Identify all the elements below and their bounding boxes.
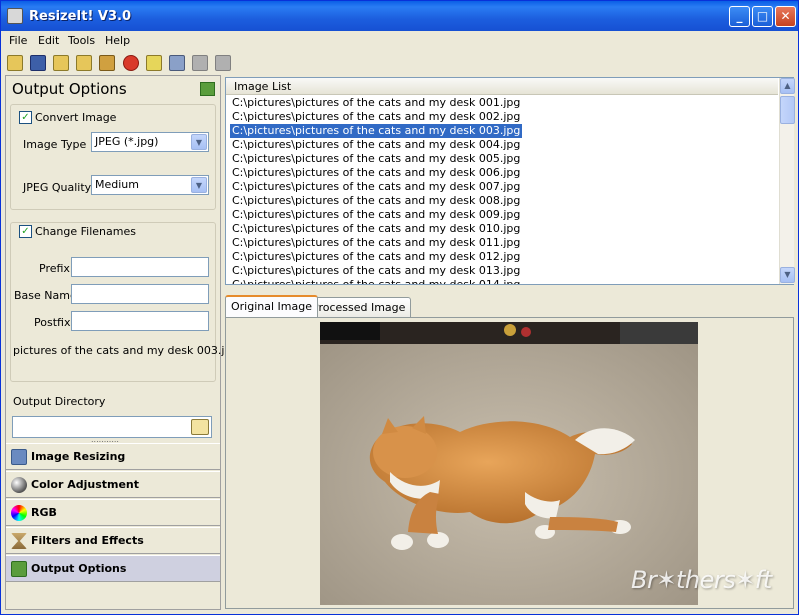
app-icon[interactable] bbox=[7, 8, 23, 24]
image-list-header[interactable]: Image List bbox=[226, 78, 778, 95]
nav-output-options[interactable]: Output Options bbox=[6, 555, 220, 582]
menu-edit[interactable]: Edit bbox=[38, 34, 59, 47]
scroll-up-icon[interactable]: ▲ bbox=[780, 78, 795, 94]
prefix-input[interactable] bbox=[71, 257, 209, 277]
edit-icon[interactable] bbox=[146, 55, 162, 71]
list-item[interactable]: C:\pictures\pictures of the cats and my … bbox=[230, 110, 522, 124]
list-item[interactable]: C:\pictures\pictures of the cats and my … bbox=[230, 250, 522, 264]
tab-original-image[interactable]: Original Image bbox=[225, 295, 318, 317]
browse-folder-icon[interactable] bbox=[191, 419, 209, 435]
maximize-icon: □ bbox=[756, 9, 769, 23]
image-type-select[interactable]: JPEG (*.jpg) ▼ bbox=[91, 132, 209, 152]
output-icon[interactable] bbox=[200, 82, 215, 96]
add-files-icon[interactable] bbox=[53, 55, 69, 71]
menu-bar: File Edit Tools Help bbox=[1, 31, 798, 50]
list-item[interactable]: C:\pictures\pictures of the cats and my … bbox=[230, 138, 522, 152]
output-directory-label: Output Directory bbox=[13, 395, 106, 408]
nav-label: RGB bbox=[31, 506, 57, 519]
list-item[interactable]: C:\pictures\pictures of the cats and my … bbox=[230, 152, 522, 166]
cat-photo bbox=[320, 322, 698, 605]
resize-icon bbox=[11, 449, 27, 465]
maximize-button[interactable]: □ bbox=[752, 6, 773, 27]
scroll-thumb[interactable] bbox=[780, 96, 795, 124]
change-filenames-group: ✓ Change Filenames Prefix Base Name Post… bbox=[10, 222, 238, 382]
list-item[interactable]: C:\pictures\pictures of the cats and my … bbox=[230, 166, 522, 180]
list-item[interactable]: C:\pictures\pictures of the cats and my … bbox=[230, 208, 522, 222]
hourglass-icon bbox=[11, 533, 27, 549]
list-item[interactable]: C:\pictures\pictures of the cats and my … bbox=[230, 194, 522, 208]
app-window: ResizeIt! V3.0 _ □ ✕ File Edit Tools Hel… bbox=[0, 0, 799, 615]
window-title: ResizeIt! V3.0 bbox=[29, 9, 132, 24]
save-icon[interactable] bbox=[30, 55, 46, 71]
image-list[interactable]: Image List C:\pictures\pictures of the c… bbox=[225, 77, 795, 285]
close-button[interactable]: ✕ bbox=[775, 6, 796, 27]
menu-file[interactable]: File bbox=[9, 34, 27, 47]
chevron-down-icon[interactable]: ▼ bbox=[191, 177, 207, 193]
up-arrow-icon[interactable] bbox=[215, 55, 231, 71]
image-type-value: JPEG (*.jpg) bbox=[95, 135, 159, 148]
image-type-label: Image Type bbox=[23, 138, 87, 151]
list-item[interactable]: C:\pictures\pictures of the cats and my … bbox=[230, 96, 522, 110]
nav-filters-effects[interactable]: Filters and Effects bbox=[6, 527, 220, 554]
filename-preview: pictures of the cats and my desk 003.jpg bbox=[13, 344, 239, 357]
title-bar[interactable]: ResizeIt! V3.0 _ □ ✕ bbox=[1, 1, 798, 31]
panel-header: Output Options bbox=[6, 76, 220, 102]
horizontal-splitter[interactable] bbox=[225, 287, 794, 293]
toolbar bbox=[1, 51, 798, 75]
basename-label: Base Name bbox=[14, 289, 77, 302]
basename-input[interactable] bbox=[71, 284, 209, 304]
stop-icon[interactable] bbox=[123, 55, 139, 71]
nav-label: Image Resizing bbox=[31, 450, 126, 463]
minimize-icon: _ bbox=[736, 9, 743, 23]
list-item[interactable]: C:\pictures\pictures of the cats and my … bbox=[230, 236, 522, 250]
close-icon: ✕ bbox=[780, 9, 791, 23]
nav-label: Filters and Effects bbox=[31, 534, 144, 547]
nav-label: Color Adjustment bbox=[31, 478, 140, 491]
copy-icon[interactable] bbox=[169, 55, 185, 71]
open-folder-icon[interactable] bbox=[7, 55, 23, 71]
list-item[interactable]: C:\pictures\pictures of the cats and my … bbox=[228, 123, 524, 139]
image-tabs: Original Image Processed Image bbox=[225, 295, 794, 317]
remove-icon[interactable] bbox=[99, 55, 115, 71]
convert-image-label: Convert Image bbox=[35, 111, 117, 124]
chevron-down-icon[interactable]: ▼ bbox=[191, 134, 207, 150]
nav-label: Output Options bbox=[31, 562, 127, 575]
output-icon bbox=[11, 561, 27, 577]
tab-processed-image[interactable]: Processed Image bbox=[306, 297, 412, 317]
process-icon[interactable] bbox=[192, 55, 208, 71]
nav-rgb[interactable]: RGB bbox=[6, 499, 220, 526]
jpeg-quality-label: JPEG Quality bbox=[23, 181, 92, 194]
jpeg-quality-select[interactable]: Medium ▼ bbox=[91, 175, 209, 195]
image-list-header-label: Image List bbox=[234, 80, 292, 93]
panel-title: Output Options bbox=[12, 80, 127, 98]
jpeg-quality-value: Medium bbox=[95, 178, 139, 191]
options-panel: Output Options ✓ Convert Image Image Typ… bbox=[5, 75, 238, 610]
add-folder-icon[interactable] bbox=[76, 55, 92, 71]
change-filenames-label: Change Filenames bbox=[35, 225, 136, 238]
scroll-down-icon[interactable]: ▼ bbox=[780, 267, 795, 283]
list-item[interactable]: C:\pictures\pictures of the cats and my … bbox=[230, 264, 522, 278]
convert-image-checkbox[interactable]: ✓ bbox=[19, 111, 32, 124]
image-list-scrollbar[interactable]: ▲ ▼ bbox=[779, 78, 795, 284]
prefix-label: Prefix bbox=[39, 262, 70, 275]
convert-image-group: ✓ Convert Image Image Type JPEG (*.jpg) … bbox=[10, 104, 216, 210]
menu-help[interactable]: Help bbox=[105, 34, 130, 47]
postfix-input[interactable] bbox=[71, 311, 209, 331]
image-list-rows: C:\pictures\pictures of the cats and my … bbox=[226, 96, 778, 284]
panel-splitter[interactable]: ........... bbox=[91, 436, 131, 444]
menu-tools[interactable]: Tools bbox=[68, 34, 95, 47]
nav-image-resizing[interactable]: Image Resizing bbox=[6, 443, 220, 470]
postfix-label: Postfix bbox=[34, 316, 71, 329]
change-filenames-checkbox[interactable]: ✓ bbox=[19, 225, 32, 238]
list-item[interactable]: C:\pictures\pictures of the cats and my … bbox=[230, 278, 522, 284]
watermark-logo: Br✶thers✶ft bbox=[631, 566, 772, 594]
list-item[interactable]: C:\pictures\pictures of the cats and my … bbox=[230, 180, 522, 194]
color-icon bbox=[11, 477, 27, 493]
minimize-button[interactable]: _ bbox=[729, 6, 750, 27]
nav-color-adjustment[interactable]: Color Adjustment bbox=[6, 471, 220, 498]
rgb-icon bbox=[11, 505, 27, 521]
list-item[interactable]: C:\pictures\pictures of the cats and my … bbox=[230, 222, 522, 236]
